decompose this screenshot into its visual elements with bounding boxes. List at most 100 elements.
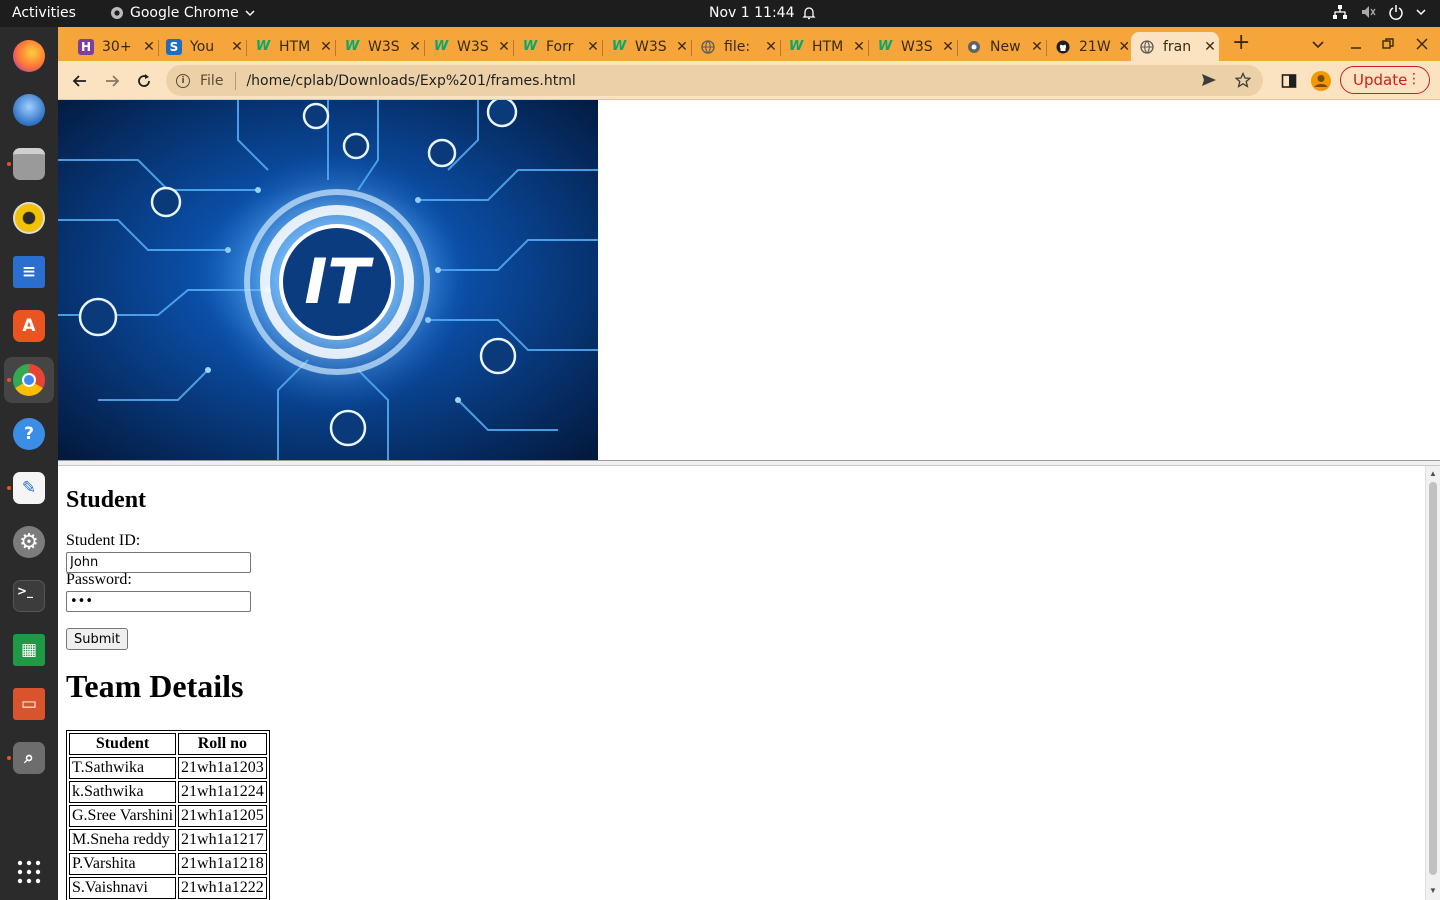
- browser-tab[interactable]: H 30+ ✕: [70, 32, 158, 61]
- close-tab-icon[interactable]: ✕: [586, 39, 600, 55]
- dock-item-impress[interactable]: ▭: [4, 681, 54, 727]
- browser-tab[interactable]: file: ✕: [692, 32, 780, 61]
- dock-item-help[interactable]: ?: [4, 411, 54, 457]
- dock-item-calc[interactable]: ▦: [4, 627, 54, 673]
- submit-button[interactable]: Submit: [66, 628, 129, 650]
- close-tab-icon[interactable]: ✕: [1118, 39, 1131, 55]
- column-header-roll-no: Roll no: [178, 733, 267, 755]
- student-name-cell: P.Varshita: [69, 853, 177, 875]
- chevron-down-icon: [1312, 41, 1324, 49]
- close-tab-icon[interactable]: ✕: [230, 39, 244, 55]
- clock[interactable]: Nov 1 11:44: [709, 5, 817, 21]
- tab-title: 30+: [102, 38, 132, 55]
- roll-no-cell: 21wh1a1203: [178, 757, 267, 779]
- student-heading: Student: [66, 487, 147, 513]
- url-text[interactable]: /home/cplab/Downloads/Exp%201/frames.htm…: [246, 73, 575, 89]
- browser-tab[interactable]: W W3S ✕: [425, 32, 513, 61]
- close-icon: [1416, 38, 1428, 50]
- running-indicator: [7, 162, 11, 166]
- chrome-small-icon: [110, 6, 124, 20]
- table-row: T.Sathwika 21wh1a1203: [69, 757, 267, 779]
- dock-item-rhythmbox[interactable]: [4, 195, 54, 241]
- tab-search-button[interactable]: [1312, 34, 1324, 55]
- minimize-button[interactable]: [1350, 34, 1362, 55]
- update-button[interactable]: Update ⋮: [1340, 66, 1430, 94]
- scroll-up-arrow-icon[interactable]: ▲: [1429, 469, 1437, 478]
- text-editor-icon: ✎: [13, 472, 45, 504]
- roll-no-cell: 21wh1a1217: [178, 829, 267, 851]
- dock-item-settings[interactable]: ⚙: [4, 519, 54, 565]
- browser-tab[interactable]: W Forr ✕: [514, 32, 602, 61]
- new-tab-button[interactable]: +: [1232, 30, 1250, 55]
- scrollbar-thumb[interactable]: [1429, 482, 1437, 875]
- app-menu[interactable]: Google Chrome: [110, 5, 255, 21]
- student-id-input[interactable]: [66, 552, 251, 573]
- tab-title: HTM: [812, 38, 844, 55]
- gear-icon: ⚙: [13, 526, 45, 558]
- side-panel-button[interactable]: [1278, 70, 1300, 92]
- close-tab-icon[interactable]: ✕: [408, 39, 422, 55]
- browser-tab[interactable]: S You ✕: [158, 32, 246, 61]
- info-icon[interactable]: i: [176, 73, 190, 88]
- dock-item-firefox[interactable]: [4, 33, 54, 79]
- libreoffice-calc-icon: ▦: [13, 634, 45, 666]
- close-tab-icon[interactable]: ✕: [1030, 39, 1044, 55]
- restore-button[interactable]: [1382, 34, 1394, 55]
- close-tab-icon[interactable]: ✕: [497, 39, 511, 55]
- back-button[interactable]: [69, 70, 91, 92]
- w3schools-icon: W: [344, 39, 360, 54]
- show-apps-button[interactable]: [4, 849, 54, 895]
- close-tab-icon[interactable]: ✕: [142, 39, 156, 55]
- dock-item-terminal[interactable]: >_: [4, 573, 54, 619]
- vertical-scrollbar[interactable]: ▲ ▼: [1425, 466, 1440, 900]
- arrow-left-icon: [72, 75, 86, 87]
- volume-icon: [1360, 4, 1376, 20]
- table-row: P.Varshita 21wh1a1218: [69, 853, 267, 875]
- browser-tab[interactable]: W W3S ✕: [603, 32, 691, 61]
- close-tab-icon[interactable]: ✕: [941, 39, 955, 55]
- network-icon: [1332, 4, 1348, 20]
- running-indicator: [7, 486, 11, 490]
- dock-item-image-viewer[interactable]: ⌕: [4, 735, 54, 781]
- browser-tab[interactable]: New ✕: [958, 32, 1046, 61]
- dock-item-files[interactable]: [4, 141, 54, 187]
- tab-title: W3S: [901, 38, 933, 55]
- dock-item-text-editor[interactable]: ✎: [4, 465, 54, 511]
- browser-tab[interactable]: W W3S ✕: [336, 32, 424, 61]
- close-tab-icon[interactable]: ✕: [852, 39, 866, 55]
- thunderbird-icon: [13, 94, 45, 126]
- password-input[interactable]: [66, 591, 251, 612]
- send-icon[interactable]: [1201, 72, 1217, 92]
- reload-button[interactable]: [133, 70, 155, 92]
- close-tab-icon[interactable]: ✕: [764, 39, 778, 55]
- system-tray[interactable]: [1332, 4, 1426, 20]
- close-tab-icon[interactable]: ✕: [1203, 39, 1217, 55]
- team-table: Student Roll no T.Sathwika 21wh1a1203 k.Sa…: [66, 730, 270, 900]
- close-tab-icon[interactable]: ✕: [675, 39, 689, 55]
- dock-item-chrome[interactable]: [4, 357, 54, 403]
- address-bar[interactable]: i File /home/cplab/Downloads/Exp%201/fra…: [166, 65, 1263, 96]
- profile-button[interactable]: [1310, 70, 1332, 92]
- scroll-down-arrow-icon[interactable]: ▼: [1429, 886, 1437, 895]
- student-name-cell: S.Vaishnavi: [69, 877, 177, 899]
- dock-item-thunderbird[interactable]: [4, 87, 54, 133]
- bookmark-star-icon[interactable]: [1234, 71, 1252, 92]
- forward-button[interactable]: [101, 70, 123, 92]
- close-tab-icon[interactable]: ✕: [319, 39, 333, 55]
- browser-tab[interactable]: fran ✕: [1131, 32, 1219, 61]
- dock-item-writer[interactable]: ≡: [4, 249, 54, 295]
- student-name-cell: G.Sree Varshini: [69, 805, 177, 827]
- browser-tab[interactable]: W HTM ✕: [780, 32, 868, 61]
- close-window-button[interactable]: [1416, 34, 1428, 55]
- minimize-icon: [1351, 47, 1361, 49]
- divider: [235, 71, 237, 90]
- kebab-menu-icon[interactable]: ⋮: [1407, 71, 1421, 87]
- dock-item-app-center[interactable]: A: [4, 303, 54, 349]
- browser-tab[interactable]: W W3S ✕: [869, 32, 957, 61]
- w3schools-icon: W: [611, 39, 627, 54]
- activities-button[interactable]: Activities: [12, 5, 76, 21]
- browser-tab[interactable]: W HTM ✕: [247, 32, 335, 61]
- browser-tab[interactable]: 21W ✕: [1047, 32, 1131, 61]
- bell-icon: [802, 6, 817, 20]
- tab-strip: H 30+ ✕ S You ✕ W HTM ✕ W W3S ✕ W W3S ✕ W Forr ✕ W W3S ✕ file…: [58, 27, 1440, 61]
